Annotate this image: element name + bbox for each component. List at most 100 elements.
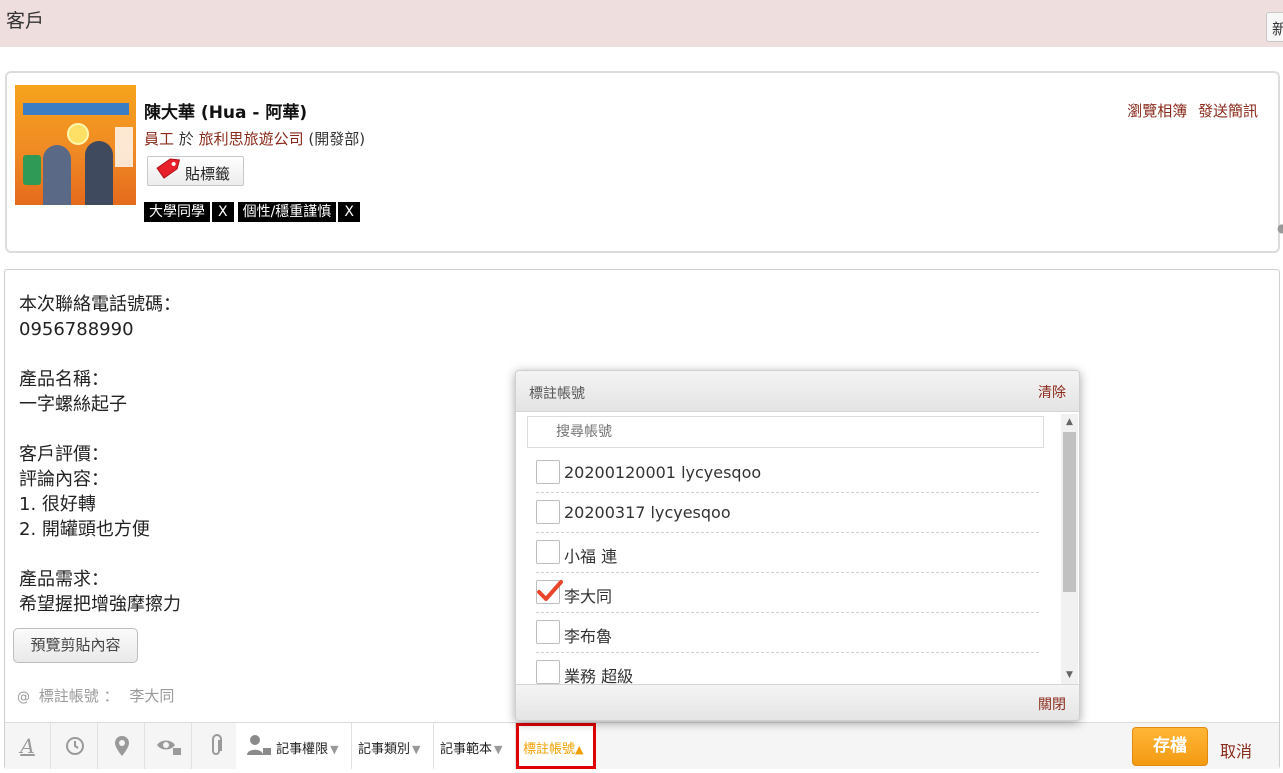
page-title: 客戶 bbox=[6, 10, 45, 32]
eye-lock-icon[interactable] bbox=[146, 723, 192, 769]
clock-icon[interactable] bbox=[52, 723, 98, 769]
at-word: 於 bbox=[178, 130, 194, 148]
text-format-icon[interactable]: A bbox=[5, 723, 51, 769]
checkbox[interactable] bbox=[536, 460, 560, 484]
person-graphic bbox=[85, 141, 113, 205]
tag-chip: 大學同學 X bbox=[144, 202, 234, 222]
preview-clipboard-button[interactable]: 預覽剪貼內容 bbox=[13, 628, 138, 663]
pin-icon[interactable]: ● bbox=[1277, 221, 1283, 235]
account-label: 20200317 lycyesqoo bbox=[564, 503, 731, 522]
lightbulb-graphic bbox=[67, 123, 89, 145]
note-line: 2. 開罐頭也方便 bbox=[19, 519, 150, 540]
send-sms-link[interactable]: 發送簡訊 bbox=[1198, 102, 1258, 120]
checkbox[interactable] bbox=[536, 500, 560, 524]
user-lock-icon bbox=[247, 734, 271, 755]
chevron-down-icon: ▼ bbox=[412, 743, 421, 756]
popup-scrollbar[interactable]: ▲ ▼ bbox=[1061, 414, 1078, 684]
mention-label: 標註帳號 bbox=[38, 687, 99, 705]
account-label: 李布魯 bbox=[564, 627, 613, 646]
template-label: 記事範本 bbox=[440, 742, 493, 757]
top-header-bar: 客戶 新 bbox=[0, 0, 1283, 47]
account-item[interactable]: 業務 超級 bbox=[536, 653, 1039, 684]
checkbox[interactable] bbox=[536, 660, 560, 684]
person-graphic bbox=[43, 145, 71, 205]
department: (開發部) bbox=[308, 130, 366, 148]
chevron-down-icon: ▼ bbox=[330, 743, 339, 756]
permission-label: 記事權限 bbox=[276, 742, 329, 757]
mention-account-dropdown[interactable]: 標註帳號▲ bbox=[516, 723, 596, 769]
note-category-dropdown[interactable]: 記事類別 ▼ bbox=[352, 723, 434, 769]
note-line: 希望握把增強摩擦力 bbox=[19, 594, 181, 615]
company-link[interactable]: 旅利思旅遊公司 bbox=[199, 130, 304, 148]
note-content[interactable]: 本次聯絡電話號碼： 0956788990 產品名稱： 一字螺絲起子 客戶評價： … bbox=[19, 292, 181, 617]
note-line: 客戶評價： bbox=[19, 444, 109, 465]
tag-chip-label: 個性/穩重謹慎 bbox=[242, 204, 332, 220]
tag-chip-list: 大學同學 X 個性/穩重謹慎 X bbox=[144, 202, 360, 222]
chart-graphic bbox=[115, 127, 133, 167]
note-line bbox=[19, 542, 181, 567]
note-toolbar: A 記事權限 ▼ 記事類別 ▼ 記事範本 ▼ 標註帳號▲ 存檔 取消 bbox=[5, 722, 1279, 769]
note-line: 本次聯絡電話號碼： bbox=[19, 294, 181, 315]
popup-title: 標註帳號 bbox=[529, 386, 585, 402]
add-tag-label: 貼標籤 bbox=[185, 165, 231, 183]
tag-chip-label: 大學同學 bbox=[149, 204, 205, 220]
mention-summary: @ 標註帳號 ： 李大同 bbox=[17, 685, 174, 706]
clear-button[interactable]: 清除 bbox=[1038, 382, 1066, 402]
save-button[interactable]: 存檔 bbox=[1132, 727, 1208, 766]
checkbox[interactable] bbox=[536, 540, 560, 564]
mention-dropdown-label: 標註帳號 bbox=[523, 742, 576, 757]
scroll-up-arrow-icon[interactable]: ▲ bbox=[1061, 414, 1078, 431]
cancel-button[interactable]: 取消 bbox=[1220, 738, 1252, 762]
popup-header: 標註帳號 清除 bbox=[516, 371, 1079, 412]
contact-name: 陳大華 (Hua - 阿華) bbox=[144, 103, 308, 123]
new-button[interactable]: 新 bbox=[1266, 12, 1283, 42]
account-item[interactable]: 李大同 bbox=[536, 573, 1039, 613]
chevron-down-icon: ▼ bbox=[494, 743, 503, 756]
note-line: 評論內容： bbox=[19, 469, 109, 490]
account-label: 20200120001 lycyesqoo bbox=[564, 463, 762, 482]
account-search-input[interactable] bbox=[527, 416, 1044, 448]
note-line bbox=[19, 342, 181, 367]
note-template-dropdown[interactable]: 記事範本 ▼ bbox=[434, 723, 516, 769]
note-line: 0956788990 bbox=[19, 319, 134, 340]
role-link[interactable]: 員工 bbox=[144, 130, 174, 148]
account-item[interactable]: 20200120001 lycyesqoo bbox=[536, 455, 1039, 493]
remove-tag-button[interactable]: X bbox=[210, 202, 234, 222]
location-pin-icon[interactable] bbox=[99, 723, 145, 769]
browse-album-link[interactable]: 瀏覽相簿 bbox=[1127, 102, 1187, 120]
contact-photo[interactable] bbox=[15, 85, 136, 205]
mention-separator: ： bbox=[103, 687, 119, 705]
scroll-down-arrow-icon[interactable]: ▼ bbox=[1061, 667, 1078, 684]
add-tag-button[interactable]: 貼標籤 bbox=[147, 156, 244, 186]
note-line bbox=[19, 417, 181, 442]
note-line: 一字螺絲起子 bbox=[19, 394, 127, 415]
checkmark-icon bbox=[537, 580, 563, 601]
contact-card: 陳大華 (Hua - 阿華) 員工 於 旅利思旅遊公司 (開發部) 貼標籤 大學… bbox=[5, 71, 1280, 253]
account-list: 20200120001 lycyesqoo 20200317 lycyesqoo… bbox=[516, 455, 1061, 684]
close-popup-button[interactable]: 關閉 bbox=[1038, 694, 1066, 714]
mention-account-popup: 標註帳號 清除 20200120001 lycyesqoo 20200317 l… bbox=[515, 370, 1080, 721]
note-line: 產品需求： bbox=[19, 569, 109, 590]
remove-tag-button[interactable]: X bbox=[336, 202, 360, 222]
mention-value: 李大同 bbox=[129, 687, 175, 705]
checkbox[interactable] bbox=[536, 620, 560, 644]
note-line: 1. 很好轉 bbox=[19, 494, 96, 515]
photo-banner bbox=[23, 103, 129, 115]
contact-affiliation: 員工 於 旅利思旅遊公司 (開發部) bbox=[144, 128, 365, 149]
at-icon: @ bbox=[17, 690, 30, 705]
scroll-thumb[interactable] bbox=[1063, 432, 1076, 592]
account-label: 業務 超級 bbox=[564, 667, 634, 684]
phone-graphic bbox=[23, 155, 41, 185]
account-item[interactable]: 小福 連 bbox=[536, 533, 1039, 573]
popup-footer: 關閉 bbox=[516, 684, 1079, 720]
account-label: 李大同 bbox=[564, 587, 613, 606]
chevron-up-icon: ▲ bbox=[575, 743, 584, 756]
checkbox-checked[interactable] bbox=[536, 580, 563, 604]
account-item[interactable]: 李布魯 bbox=[536, 613, 1039, 653]
note-line: 產品名稱： bbox=[19, 369, 109, 390]
note-permission-dropdown[interactable]: 記事權限 ▼ bbox=[236, 723, 352, 769]
account-item[interactable]: 20200317 lycyesqoo bbox=[536, 493, 1039, 533]
contact-actions: 瀏覽相簿 發送簡訊 bbox=[1121, 100, 1258, 121]
paperclip-icon[interactable] bbox=[193, 723, 239, 769]
account-label: 小福 連 bbox=[564, 547, 618, 566]
